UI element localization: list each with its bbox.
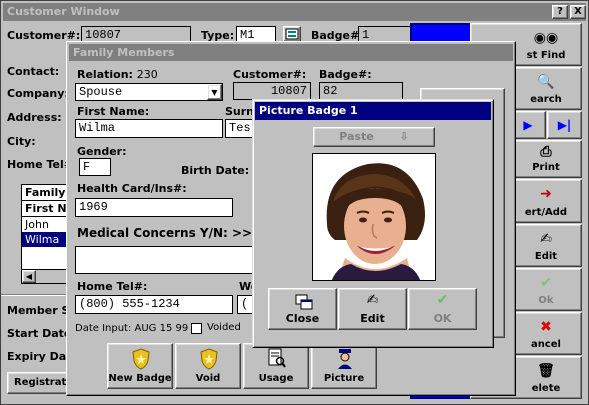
contact-label: Contact: [7, 65, 60, 78]
edit-hand-icon: ✍ [366, 292, 379, 308]
type-lookup-icon[interactable] [283, 26, 301, 42]
address-label: Address: [7, 111, 62, 124]
birth-date-label: Birth Date: [181, 164, 250, 177]
surname-label: Surn [225, 105, 255, 118]
member-status-label: Member S [7, 304, 70, 317]
usage-button[interactable]: Usage [243, 343, 309, 389]
new-badge-button[interactable]: New Badge [107, 343, 173, 389]
relation-label-text: Relation: [77, 68, 133, 81]
last-arrow-icon: ▶| [557, 118, 572, 132]
shield-badge-icon [132, 348, 150, 370]
family-badge-label: Badge#: [319, 68, 372, 81]
family-list[interactable]: Family First Na John Wilma ◀ [21, 184, 69, 284]
help-button[interactable]: ? [552, 5, 568, 19]
health-card-label: Health Card/Ins#: [77, 182, 187, 195]
family-home-tel-field[interactable]: (800) 555-1234 [75, 295, 233, 314]
list-item[interactable]: Wilma [22, 232, 68, 247]
down-arrow-icon: ⇩ [399, 130, 409, 143]
gender-field[interactable]: F [79, 158, 111, 176]
scroll-left-arrow-icon[interactable]: ◀ [22, 270, 36, 283]
badge-dialog-titlebar[interactable]: Picture Badge 1 [255, 102, 491, 120]
picture-button[interactable]: Picture [311, 343, 377, 389]
relation-number: 230 [136, 68, 158, 81]
medical-concerns-label: Medical Concerns Y/N: >> [77, 226, 253, 240]
next-arrow-icon: ▶ [523, 118, 533, 132]
gender-label: Gender: [77, 145, 127, 158]
home-tel-label: Home Tel# [7, 158, 74, 171]
list-item[interactable]: John [22, 217, 68, 232]
customer-window-title: Customer Window [7, 5, 120, 18]
family-home-tel-label: Home Tel#: [77, 280, 148, 293]
first-name-label: First Name: [77, 105, 150, 118]
portrait-image [313, 154, 435, 280]
void-button[interactable]: Void [175, 343, 241, 389]
relation-select[interactable]: Spouse [75, 83, 223, 101]
relation-select-value: Spouse [79, 85, 123, 99]
family-customer-field[interactable]: 10807 [233, 82, 311, 100]
voided-checkbox[interactable] [191, 323, 202, 334]
usage-report-icon [268, 348, 286, 368]
badge-edit-button[interactable]: ✍ Edit [338, 288, 407, 330]
date-input-text: Date Input: AUG 15 99 [75, 323, 189, 334]
expiry-date-label: Expiry Da [7, 350, 67, 363]
last-record-button[interactable]: ▶| [547, 111, 582, 139]
first-name-field[interactable]: Wilma [75, 119, 223, 138]
company-label: Company: [7, 87, 69, 100]
picture-badge-dialog: Picture Badge 1 Paste ⇩ Close ✍ Edit ✔ O… [252, 99, 494, 348]
customer-window-titlebar[interactable]: Customer Window [3, 3, 586, 21]
health-card-field[interactable]: 1969 [75, 198, 233, 217]
close-window-button[interactable]: X [570, 5, 586, 19]
medical-concerns-field[interactable] [75, 246, 253, 274]
family-badge-field[interactable]: 82 [319, 82, 403, 100]
family-window-title: Family Members [73, 46, 175, 59]
ok-checkmark-icon: ✔ [436, 292, 449, 308]
family-list-header: Family [22, 185, 68, 201]
paste-label: Paste [339, 130, 374, 143]
horizontal-scrollbar[interactable]: ◀ [22, 269, 68, 283]
city-label: City: [7, 135, 36, 148]
registration-button[interactable]: Registrat [7, 372, 71, 394]
paste-button[interactable]: Paste ⇩ [313, 127, 435, 147]
member-divider [1, 294, 71, 296]
family-window-titlebar[interactable]: Family Members [69, 44, 513, 61]
badge-dialog-title: Picture Badge 1 [259, 104, 358, 117]
badge-close-button[interactable]: Close [268, 288, 337, 330]
person-photo-icon [338, 349, 352, 369]
first-name-list-header: First Na [22, 201, 68, 217]
shield-void-icon [200, 348, 218, 370]
close-window-icon [295, 294, 313, 310]
relation-dropdown-icon[interactable]: ▼ [207, 84, 222, 100]
relation-label: Relation: 230 [77, 68, 158, 81]
badge-ok-button[interactable]: ✔ OK [408, 288, 477, 330]
badge-photo [312, 153, 436, 281]
start-date-label: Start Date [7, 327, 72, 340]
family-customer-label: Customer#: [233, 68, 307, 81]
voided-label: Voided [207, 322, 241, 333]
